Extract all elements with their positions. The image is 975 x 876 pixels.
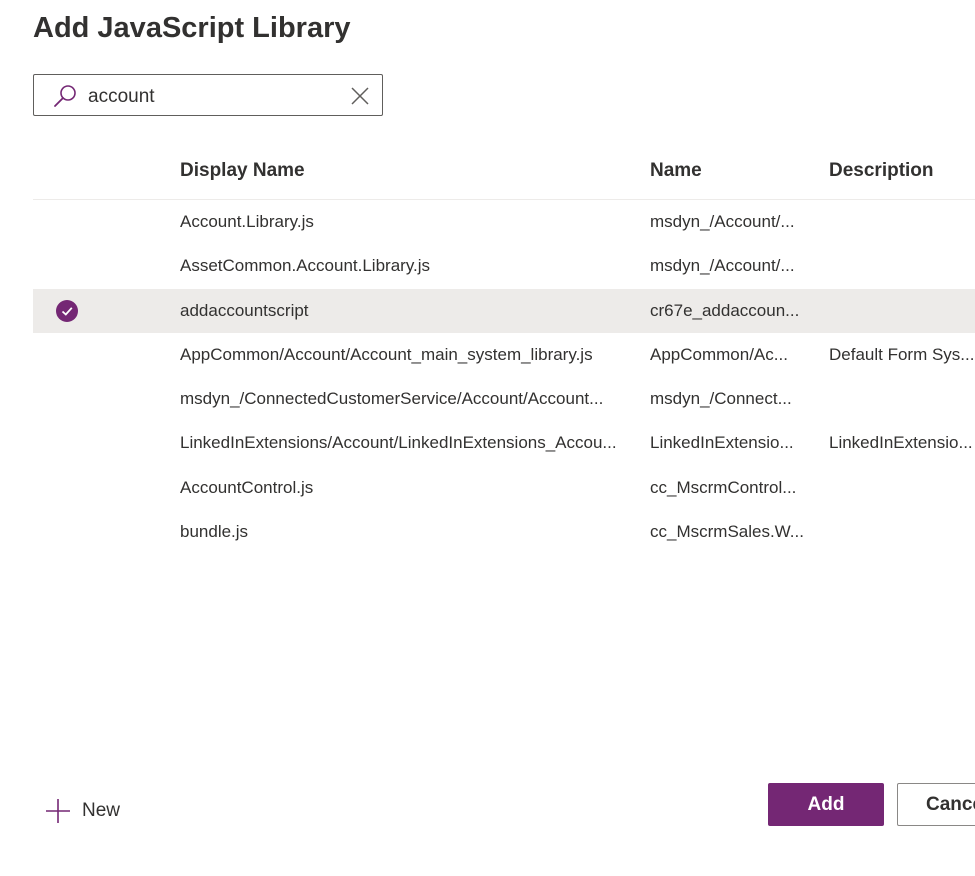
new-button[interactable]: New	[44, 796, 120, 826]
search-box[interactable]: account	[33, 74, 383, 116]
cell-name: msdyn_/Account/...	[650, 256, 795, 276]
dialog-title: Add JavaScript Library	[33, 12, 351, 44]
add-button[interactable]: Add	[768, 783, 884, 826]
add-javascript-library-dialog: Add JavaScript Library account Display N…	[0, 0, 975, 876]
close-icon[interactable]	[349, 85, 371, 107]
cell-display-name: AppCommon/Account/Account_main_system_li…	[180, 344, 593, 364]
cell-name: msdyn_/Account/...	[650, 212, 795, 231]
cell-display-name: LinkedInExtensions/Account/LinkedInExten…	[180, 433, 617, 453]
cancel-button[interactable]: Cancel	[897, 783, 975, 826]
table-row[interactable]: AssetCommon.Account.Library.js msdyn_/Acc…	[33, 244, 975, 288]
table-row[interactable]: LinkedInExtensions/Account/LinkedInExten…	[33, 421, 975, 465]
table-row[interactable]: bundle.js cc_MscrmSales.W...	[33, 510, 975, 554]
grid-header: Display Name Name Description	[33, 145, 975, 200]
column-header-name[interactable]: Name	[650, 160, 810, 182]
new-button-label: New	[82, 800, 121, 821]
search-icon	[54, 85, 76, 107]
cell-display-name: msdyn_/ConnectedCustomerService/Account/…	[180, 389, 604, 409]
check-circle-icon[interactable]	[56, 299, 78, 322]
search-input[interactable]: account	[88, 86, 155, 108]
cell-description: LinkedInExtensio...	[829, 433, 973, 453]
table-row[interactable]: Account.Library.js msdyn_/Account/...	[33, 200, 975, 244]
cell-display-name: AssetCommon.Account.Library.js	[180, 256, 431, 276]
column-header-description[interactable]: Description	[829, 160, 975, 182]
cell-display-name: Account.Library.js	[180, 212, 314, 231]
table-row[interactable]: addaccountscript cr67e_addaccoun...	[33, 288, 975, 333]
table-row[interactable]: msdyn_/ConnectedCustomerService/Account/…	[33, 377, 975, 421]
grid-rows: Account.Library.js msdyn_/Account/... Asse…	[33, 200, 975, 554]
cell-display-name: addaccountscript	[180, 300, 309, 320]
table-row[interactable]: AppCommon/Account/Account_main_system_li…	[33, 333, 975, 377]
cell-display-name: AccountControl.js	[180, 477, 314, 497]
cell-name: LinkedInExtensio...	[650, 433, 794, 453]
cell-name: cr67e_addaccoun...	[650, 300, 800, 320]
library-grid: Display Name Name Description Account.Li…	[33, 145, 975, 554]
cell-description: Default Form Sys...	[829, 344, 975, 364]
table-row[interactable]: AccountControl.js cc_MscrmControl...	[33, 466, 975, 510]
plus-icon	[46, 799, 70, 823]
cell-name: msdyn_/Connect...	[650, 389, 792, 409]
cell-name: AppCommon/Ac...	[650, 344, 788, 364]
cell-name: cc_MscrmSales.W...	[650, 522, 804, 542]
cell-name: cc_MscrmControl...	[650, 477, 797, 497]
cell-display-name: bundle.js	[180, 522, 249, 542]
column-header-display-name[interactable]: Display Name	[180, 160, 630, 182]
